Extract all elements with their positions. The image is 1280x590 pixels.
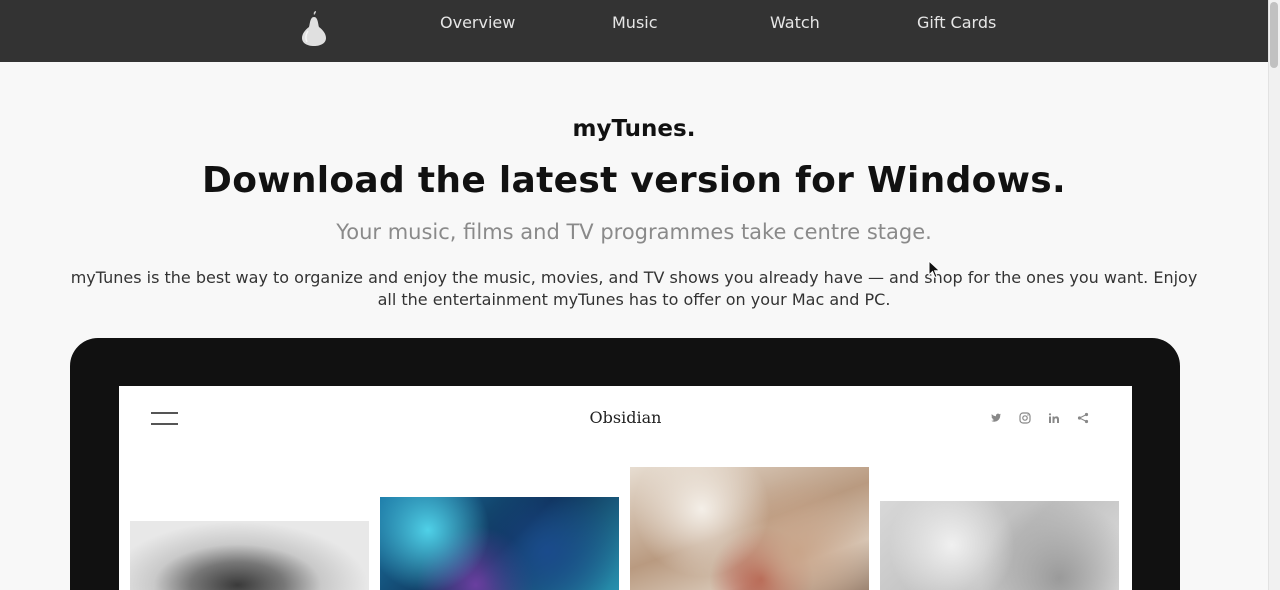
twitter-icon bbox=[991, 413, 1001, 422]
nav-music-link[interactable]: Music bbox=[612, 13, 658, 32]
hero-description: myTunes is the best way to organize and … bbox=[70, 268, 1198, 309]
nav-overview-link[interactable]: Overview bbox=[440, 13, 515, 32]
nav-watch-link[interactable]: Watch bbox=[770, 13, 820, 32]
gallery-image-3 bbox=[630, 467, 869, 590]
screen-site-name: Obsidian bbox=[589, 408, 662, 427]
laptop-screen: Obsidian bbox=[119, 386, 1132, 590]
page-title: Download the latest version for Windows. bbox=[202, 160, 1066, 201]
share-icon bbox=[1077, 412, 1089, 424]
scrollbar-thumb[interactable] bbox=[1270, 2, 1278, 68]
gallery-image-1 bbox=[130, 521, 369, 590]
top-navbar: Overview Music Watch Gift Cards bbox=[0, 0, 1268, 62]
nav-gift-cards-link[interactable]: Gift Cards bbox=[917, 13, 996, 32]
hero-tagline: Your music, films and TV programmes take… bbox=[336, 220, 932, 244]
scrollbar-track[interactable] bbox=[1268, 0, 1280, 590]
gallery-image-2 bbox=[380, 497, 619, 590]
product-name: myTunes. bbox=[572, 116, 696, 142]
linkedin-icon bbox=[1048, 413, 1059, 423]
gallery-image-4 bbox=[880, 501, 1119, 590]
instagram-icon bbox=[1019, 412, 1031, 424]
pear-logo-icon[interactable] bbox=[299, 11, 329, 47]
mouse-cursor-icon bbox=[928, 260, 941, 279]
